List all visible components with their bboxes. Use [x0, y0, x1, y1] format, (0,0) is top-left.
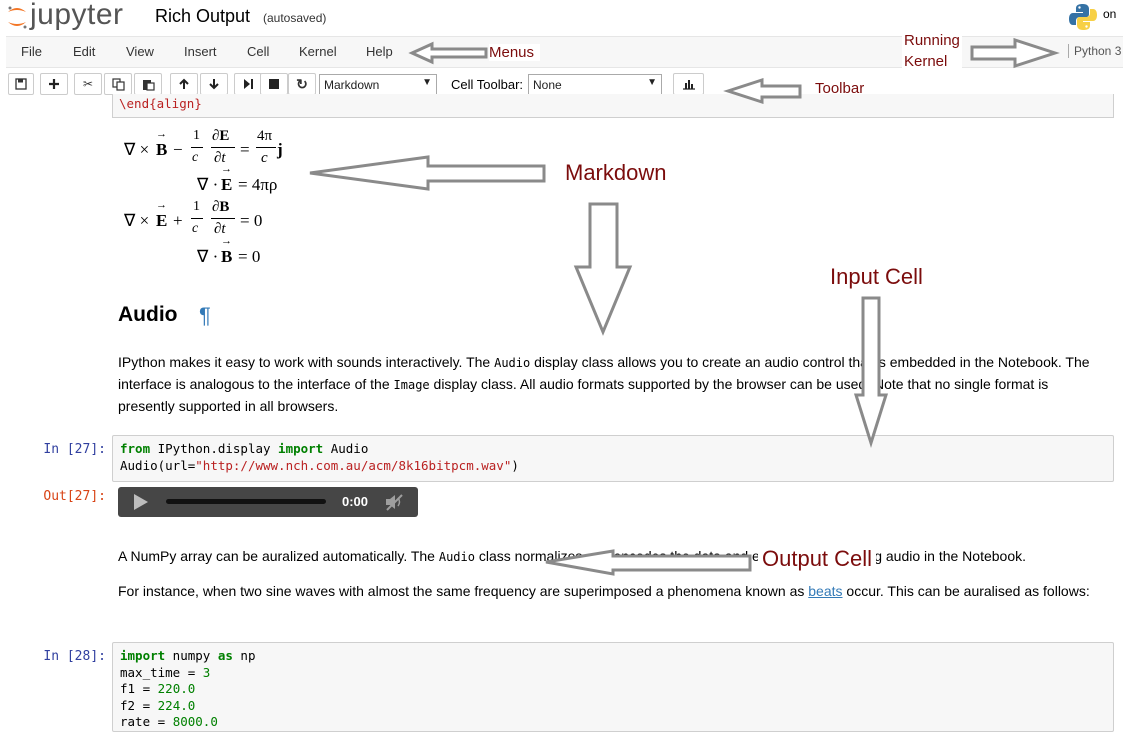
cell-toolbar-label: Cell Toolbar: — [451, 77, 524, 92]
save-button[interactable] — [8, 73, 34, 95]
output-cell-annotation: Output Cell — [758, 546, 877, 572]
math-text: E — [221, 175, 233, 194]
input-cell-annotation: Input Cell — [830, 264, 923, 289]
restart-button[interactable]: ↻ — [288, 73, 316, 95]
math-text: = 4πρ — [238, 175, 278, 194]
menu-insert[interactable]: Insert — [184, 44, 217, 59]
audio-progress-track[interactable] — [166, 499, 326, 504]
chevron-down-icon: ▼ — [647, 77, 657, 88]
math-text: ∂B — [212, 199, 230, 215]
math-text: B — [156, 140, 168, 159]
interrupt-button[interactable] — [260, 73, 288, 95]
math-text: B — [221, 247, 233, 266]
cut-button[interactable]: ✂ — [74, 73, 102, 95]
stop-icon — [269, 79, 279, 89]
audio-player[interactable]: 0:00 — [118, 487, 418, 517]
arrow-down-icon — [209, 79, 219, 90]
numpy-paragraph: A NumPy array can be auralized automatic… — [118, 548, 1027, 564]
plus-icon — [49, 79, 59, 89]
math-text: E — [156, 211, 168, 230]
scissors-icon: ✂ — [82, 77, 94, 91]
running-kernel-annotation: Running Kernel — [902, 30, 962, 72]
arrow-up-icon — [179, 78, 189, 89]
math-text: + — [173, 211, 183, 230]
move-up-button[interactable] — [170, 73, 198, 95]
math-text: ∂E — [212, 128, 230, 144]
menu-kernel[interactable]: Kernel — [299, 44, 337, 59]
menu-view[interactable]: View — [126, 44, 154, 59]
celltoolbar-chart-button[interactable] — [673, 73, 704, 95]
step-forward-icon — [244, 79, 253, 89]
jupyter-logo-text[interactable]: jupyter — [30, 0, 124, 32]
insert-cell-button[interactable] — [40, 73, 68, 95]
play-icon[interactable] — [132, 493, 150, 511]
audio-paragraph: IPython makes it easy to work with sound… — [118, 354, 1090, 414]
markdown-annotation: Markdown — [565, 160, 667, 185]
math-text: c — [192, 221, 199, 236]
math-text: ∇ × — [124, 140, 150, 159]
cell-toolbar-value: None — [533, 78, 562, 92]
floppy-icon — [15, 78, 27, 90]
previous-code-cell[interactable]: \end{align} — [112, 94, 1114, 118]
math-text: = 0 — [240, 211, 263, 230]
jupyter-logo-icon[interactable] — [5, 3, 29, 31]
menu-help[interactable]: Help — [366, 44, 393, 59]
paste-icon — [142, 79, 155, 91]
anchor-link[interactable]: ¶ — [199, 303, 211, 329]
copy-button[interactable] — [104, 73, 132, 95]
bar-chart-icon — [682, 80, 695, 90]
chevron-down-icon: ▼ — [422, 77, 432, 88]
audio-time: 0:00 — [342, 494, 369, 509]
kernel-indicator[interactable]: Python 3 — [1068, 44, 1121, 58]
math-text: ∇ · — [197, 247, 219, 266]
maxwell-equations: ∇ × B → − 1 c ∂E ∂t = 4π c j ∇ · E → = 4… — [124, 128, 283, 266]
math-text: 1 — [193, 128, 200, 143]
autosave-status: (autosaved) — [263, 11, 327, 25]
math-text: ∇ × — [124, 211, 150, 230]
user-text[interactable]: on — [1103, 7, 1116, 21]
notebook-name[interactable]: Rich Output — [155, 6, 250, 27]
mute-icon[interactable] — [384, 493, 404, 511]
run-button[interactable] — [234, 73, 262, 95]
cell-type-select[interactable]: Markdown ▼ — [319, 74, 437, 96]
math-text: ∇ · — [197, 175, 219, 194]
audio-heading: Audio — [118, 303, 178, 326]
code-cell-27[interactable]: from IPython.display import Audio Audio(… — [112, 435, 1114, 482]
math-text: j — [277, 140, 283, 159]
paste-button[interactable] — [134, 73, 162, 95]
python-logo-icon — [1069, 4, 1097, 30]
beats-paragraph: For instance, when two sine waves with a… — [118, 583, 1090, 599]
cell-type-value: Markdown — [324, 78, 380, 92]
math-text: − — [173, 140, 183, 159]
code-line: \end{align} — [119, 96, 202, 111]
input-prompt: In [28]: — [43, 649, 106, 664]
markdown-arrow-left — [309, 155, 546, 191]
beats-link[interactable]: beats — [808, 583, 842, 599]
math-text: 1 — [193, 199, 200, 214]
math-text: = — [240, 140, 250, 159]
menus-annotation: Menus — [489, 44, 541, 61]
toolbar-annotation: Toolbar — [815, 80, 865, 97]
output-prompt: Out[27]: — [43, 489, 106, 504]
move-down-button[interactable] — [200, 73, 228, 95]
math-text: = 0 — [238, 247, 261, 266]
markdown-arrow-down — [573, 202, 633, 336]
menu-edit[interactable]: Edit — [73, 44, 95, 59]
copy-icon — [111, 77, 125, 91]
refresh-icon: ↻ — [296, 75, 308, 92]
menu-cell[interactable]: Cell — [247, 44, 269, 59]
cell-toolbar-select[interactable]: None ▼ — [528, 74, 662, 96]
math-text: c — [192, 150, 199, 165]
input-prompt: In [27]: — [43, 442, 106, 457]
math-text: c — [261, 150, 268, 166]
menu-file[interactable]: File — [21, 44, 42, 59]
math-text: 4π — [257, 128, 273, 144]
code-cell-28[interactable]: import numpy as np max_time = 3 f1 = 220… — [112, 642, 1114, 732]
